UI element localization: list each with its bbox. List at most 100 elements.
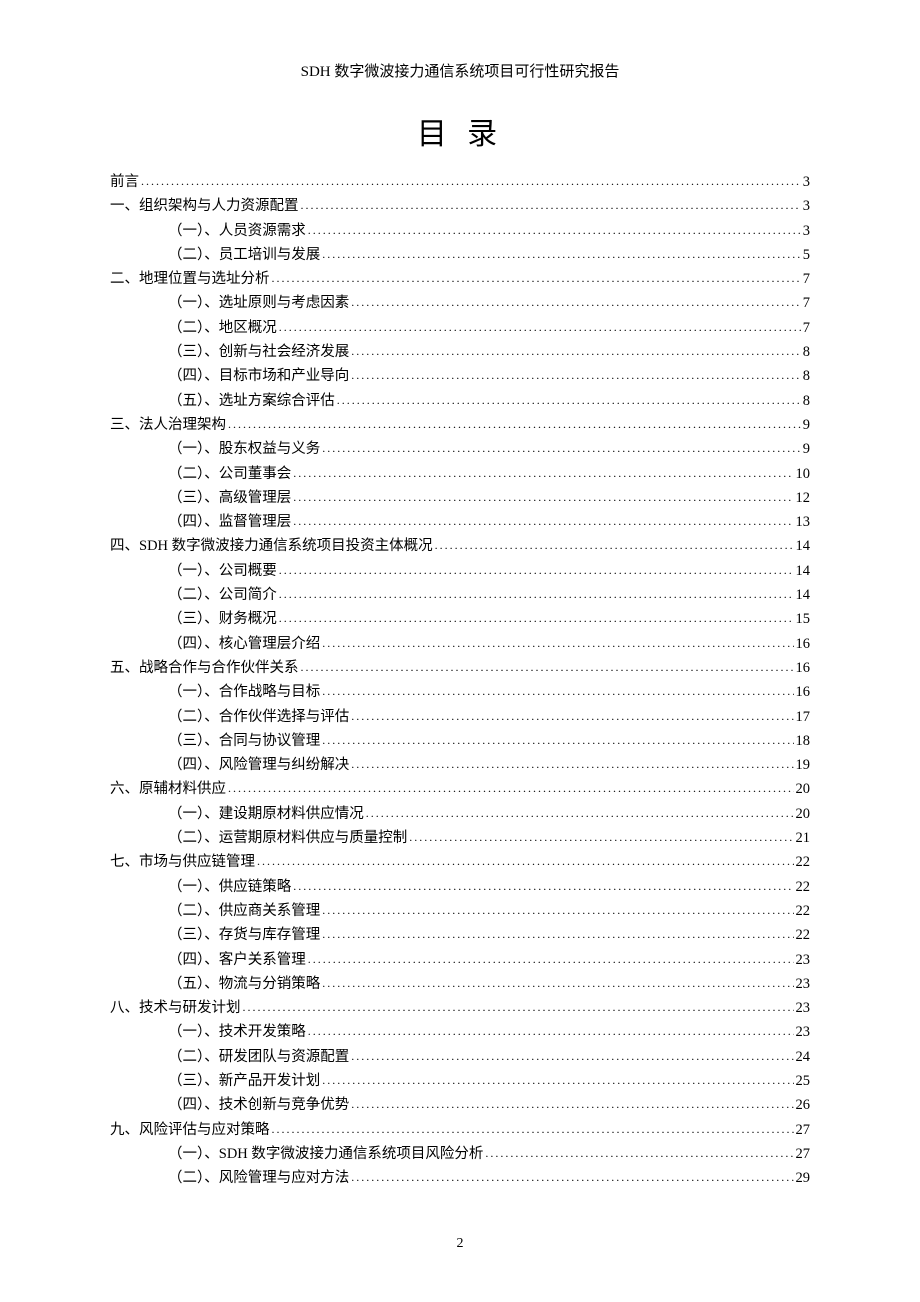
toc-leader-dots [293,467,793,479]
toc-entry: （二）、地区概况7 [168,321,810,336]
toc-entry-label: 九、风险评估与应对策略 [110,1123,270,1138]
toc-entry: （三）、财务概况15 [168,612,810,627]
toc-leader-dots [322,685,793,697]
toc-entry: 六、原辅材料供应 20 [110,782,810,797]
toc-entry-label: 六、原辅材料供应 [110,782,226,797]
toc-entry-page: 21 [796,831,811,846]
toc-entry-page: 25 [796,1074,811,1089]
toc-entry: （三）、创新与社会经济发展 8 [168,345,810,360]
toc-entry-label: （二）、合作伙伴选择与评估 [168,710,349,725]
toc-leader-dots [228,418,801,430]
toc-entry-page: 24 [796,1050,811,1065]
toc-entry-label: （四）、客户关系管理 [168,953,306,968]
toc-entry: （二）、公司董事会 10 [168,467,810,482]
toc-entry-page: 26 [796,1098,811,1113]
toc-entry: 二、地理位置与选址分析7 [110,272,810,287]
toc-entry-page: 15 [796,612,811,627]
toc-entry-label: 七、市场与供应链管理 [110,855,255,870]
toc-entry-page: 27 [796,1123,811,1138]
toc-entry-label: 八、技术与研发计划 [110,1001,241,1016]
toc-entry-label: （五）、物流与分销策略 [168,977,320,992]
toc-entry-label: （一）、公司概要 [168,564,277,579]
toc-leader-dots [351,758,793,770]
toc-entry-page: 9 [803,442,810,457]
toc-entry-label: （四）、风险管理与纠纷解决 [168,758,349,773]
toc-entry: （一）、选址原则与考虑因素7 [168,296,810,311]
document-page: SDH 数字微波接力通信系统项目可行性研究报告 目 录 前言3一、组织架构与人力… [0,0,920,1235]
toc-entry: （一）、合作战略与目标16 [168,685,810,700]
toc-leader-dots [322,1074,793,1086]
toc-entry-page: 22 [796,880,811,895]
toc-entry-page: 23 [796,1025,811,1040]
toc-entry-page: 23 [796,977,811,992]
toc-entry-label: （一）、供应链策略 [168,880,291,895]
toc-entry: （三）、高级管理层 12 [168,491,810,506]
toc-leader-dots [351,296,801,308]
toc-entry-page: 22 [796,855,811,870]
toc-leader-dots [351,1171,793,1183]
toc-leader-dots [279,564,794,576]
toc-title: 目 录 [110,109,810,153]
toc-leader-dots [322,734,793,746]
toc-entry-label: （一）、建设期原材料供应情况 [168,807,364,822]
toc-entry-label: 五、战略合作与合作伙伴关系 [110,661,299,676]
toc-entry: 八、技术与研发计划23 [110,1001,810,1016]
toc-entry: （一）、供应链策略 22 [168,880,810,895]
toc-leader-dots [228,782,794,794]
toc-entry-page: 8 [803,369,810,384]
toc-entry-page: 8 [803,394,810,409]
toc-entry-page: 10 [796,467,811,482]
toc-leader-dots [485,1147,793,1159]
toc-entry: （三）、存货与库存管理22 [168,928,810,943]
toc-leader-dots [243,1001,794,1013]
toc-entry-page: 27 [796,1147,811,1162]
toc-entry-label: （三）、创新与社会经济发展 [168,345,349,360]
toc-entry-label: （三）、存货与库存管理 [168,928,320,943]
toc-entry: （二）、运营期原材料供应与质量控制21 [168,831,810,846]
toc-entry: 七、市场与供应链管理 22 [110,855,810,870]
toc-leader-dots [351,369,801,381]
toc-entry-page: 3 [803,224,810,239]
toc-entry-page: 29 [796,1171,811,1186]
toc-entry-label: （一）、人员资源需求 [168,224,306,239]
toc-entry: （二）、研发团队与资源配置24 [168,1050,810,1065]
toc-entry: 四、SDH 数字微波接力通信系统项目投资主体概况14 [110,539,810,554]
toc-entry-label: （二）、风险管理与应对方法 [168,1171,349,1186]
toc-entry-label: 三、法人治理架构 [110,418,226,433]
toc-entry-page: 7 [803,321,810,336]
toc-entry-label: （二）、员工培训与发展 [168,248,320,263]
toc-entry-page: 12 [796,491,811,506]
toc-entry-page: 8 [803,345,810,360]
toc-entry-page: 18 [796,734,811,749]
toc-entry: （四）、技术创新与竞争优势26 [168,1098,810,1113]
toc-entry-label: （三）、高级管理层 [168,491,291,506]
toc-entry: （四）、目标市场和产业导向8 [168,369,810,384]
toc-leader-dots [337,394,801,406]
toc-entry-label: （一）、技术开发策略 [168,1025,306,1040]
toc-entry-label: （二）、供应商关系管理 [168,904,320,919]
toc-entry: （一）、股东权益与义务9 [168,442,810,457]
toc-leader-dots [301,661,794,673]
toc-entry: （二）、风险管理与应对方法 29 [168,1171,810,1186]
toc-entry-page: 22 [796,904,811,919]
toc-entry: （四）、核心管理层介绍16 [168,637,810,652]
toc-entry: 五、战略合作与合作伙伴关系16 [110,661,810,676]
toc-entry-label: （三）、新产品开发计划 [168,1074,320,1089]
toc-entry-page: 14 [796,588,811,603]
toc-leader-dots [301,199,801,211]
toc-leader-dots [257,855,794,867]
toc-entry-label: （三）、合同与协议管理 [168,734,320,749]
toc-leader-dots [272,272,801,284]
toc-entry-page: 20 [796,782,811,797]
toc-entry: （四）、监督管理层13 [168,515,810,530]
toc-entry-page: 14 [796,539,811,554]
toc-entry-page: 23 [796,953,811,968]
toc-entry-label: 二、地理位置与选址分析 [110,272,270,287]
toc-entry: （三）、新产品开发计划 25 [168,1074,810,1089]
toc-entry-page: 20 [796,807,811,822]
toc-entry-label: （四）、核心管理层介绍 [168,637,320,652]
toc-entry: （五）、选址方案综合评估8 [168,394,810,409]
toc-entry: 九、风险评估与应对策略 27 [110,1123,810,1138]
document-header: SDH 数字微波接力通信系统项目可行性研究报告 [110,60,810,81]
toc-entry-label: （二）、公司董事会 [168,467,291,482]
